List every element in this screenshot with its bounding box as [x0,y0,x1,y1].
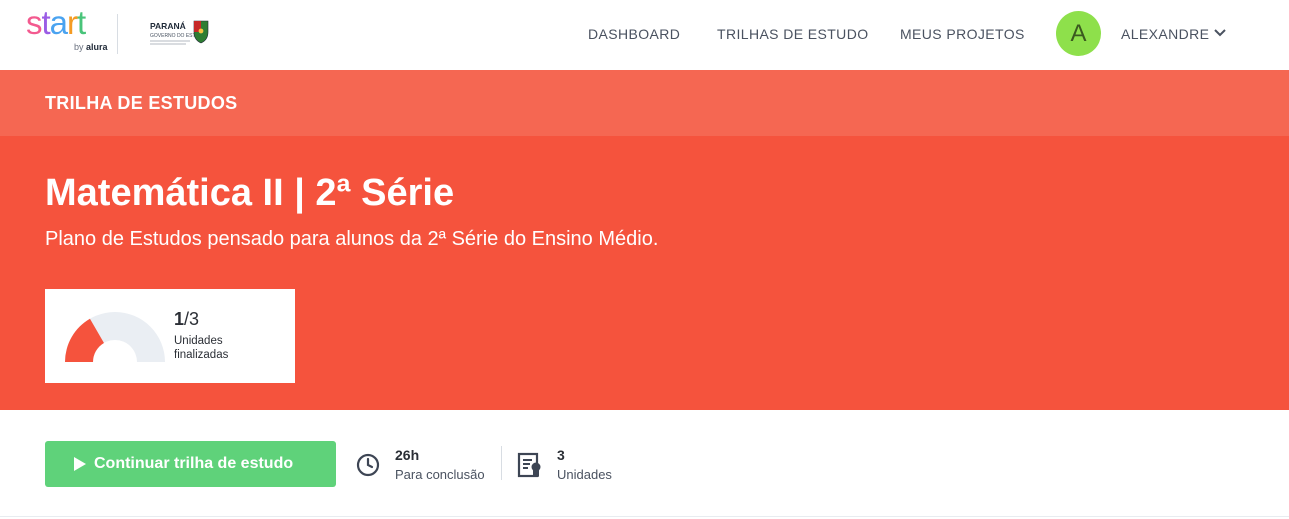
nav-dashboard[interactable]: DASHBOARD [588,26,680,42]
play-icon [74,457,86,471]
start-logo[interactable]: start [26,6,108,40]
page-subtitle: Plano de Estudos pensado para alunos da … [45,228,659,250]
completed-units: 1 [174,309,185,329]
parana-logo: PARANÁ GOVERNO DO ESTADO [150,20,209,45]
section-label: TRILHA DE ESTUDOS [45,93,238,113]
user-name[interactable]: ALEXANDRE [1121,26,1209,42]
top-navbar: start by alura PARANÁ GOVERNO DO ESTADO … [0,0,1289,70]
duration-value: 26h [395,447,420,463]
duration-caption: Para conclusão [395,467,485,482]
chevron-down-icon[interactable] [1213,27,1227,39]
continue-button-label: Continuar trilha de estudo [94,455,294,472]
progress-count: 1/3 [174,309,199,330]
progress-card: 1/3 Unidades finalizadas [45,289,295,383]
clock-icon [356,453,380,477]
total-units: /3 [184,309,200,329]
units-caption: Unidades [557,467,612,482]
logo-divider [117,14,118,54]
nav-meus-projetos[interactable]: MEUS PROJETOS [900,26,1025,42]
page-title: Matemática II | 2ª Série [45,172,455,214]
units-icon [517,452,541,478]
alura-byline: by alura [74,42,108,52]
gauge-chart [65,312,165,362]
avatar[interactable]: A [1056,11,1101,56]
continue-button[interactable]: Continuar trilha de estudo [45,441,336,487]
stats-divider [501,446,502,480]
units-value: 3 [557,447,565,463]
svg-text:PARANÁ: PARANÁ [150,21,186,31]
progress-label: Unidades finalizadas [174,335,229,361]
nav-trilhas-de-estudo[interactable]: TRILHAS DE ESTUDO [717,26,869,42]
bottom-divider [0,516,1289,517]
svg-text:start: start [26,6,86,40]
